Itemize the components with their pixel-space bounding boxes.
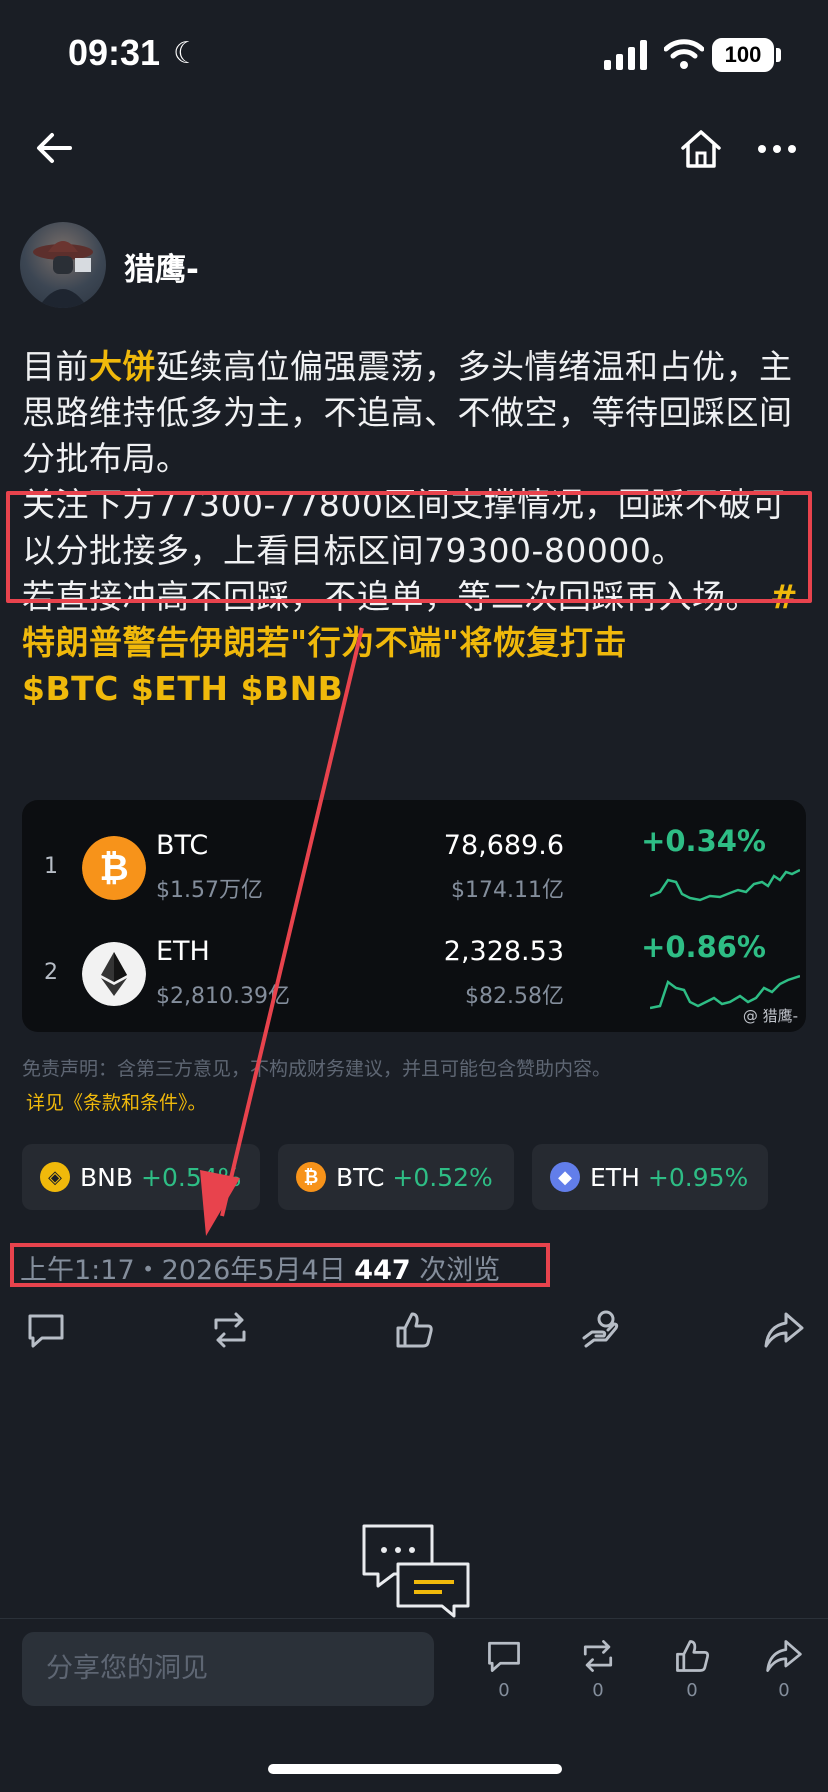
clock: 09:31 bbox=[68, 32, 161, 73]
bitcoin-icon: ₿ bbox=[296, 1162, 326, 1192]
like-icon[interactable] bbox=[392, 1308, 436, 1352]
chip-eth[interactable]: ◆ ETH +0.95% bbox=[532, 1144, 768, 1210]
chip-symbol: BTC bbox=[336, 1162, 385, 1192]
annotation-box-support bbox=[6, 491, 812, 603]
chip-change: +0.54% bbox=[141, 1162, 242, 1192]
wifi-icon bbox=[664, 39, 704, 69]
tip-icon[interactable] bbox=[578, 1308, 622, 1352]
chip-symbol: ETH bbox=[590, 1162, 640, 1192]
coin-market-cap: $1.57万亿 bbox=[156, 878, 263, 903]
coin-volume: $174.11亿 bbox=[451, 878, 564, 903]
coin-volume: $82.58亿 bbox=[465, 984, 564, 1009]
coin-symbol: BTC bbox=[156, 830, 209, 861]
battery-indicator: 100 bbox=[712, 38, 774, 72]
coin-price: 2,328.53 bbox=[443, 936, 564, 967]
coin-symbol: ETH bbox=[156, 936, 210, 967]
chip-change: +0.52% bbox=[392, 1162, 493, 1192]
repost-icon[interactable] bbox=[578, 1636, 618, 1676]
coin-rank: 2 bbox=[44, 960, 58, 985]
coin-rank: 1 bbox=[44, 854, 58, 879]
post-detail-screen: 09:31 ☾ 100 猎鹰- 目前大饼延续高位偏强震荡，多头情绪温和占优，主思… bbox=[0, 0, 828, 1792]
home-icon[interactable] bbox=[676, 124, 726, 174]
comment-icon[interactable] bbox=[24, 1308, 68, 1352]
share-count: 0 bbox=[778, 1680, 790, 1701]
comment-count: 0 bbox=[498, 1680, 510, 1701]
signal-icon bbox=[604, 40, 647, 70]
coin-price: 78,689.6 bbox=[443, 830, 564, 861]
coin-price-card[interactable]: 1 ₿ BTC $1.57万亿 78,689.6 $174.11亿 +0.34%… bbox=[22, 800, 806, 1032]
share-icon[interactable] bbox=[762, 1308, 806, 1352]
comment-input[interactable]: 分享您的洞见 bbox=[22, 1632, 434, 1706]
back-arrow-icon[interactable] bbox=[30, 124, 78, 172]
chip-bnb[interactable]: ◈ BNB +0.54% bbox=[22, 1144, 260, 1210]
coin-change: +0.86% bbox=[641, 930, 766, 964]
more-options-icon[interactable] bbox=[752, 124, 802, 174]
post-keyword-highlight: 大饼 bbox=[89, 347, 156, 386]
watermark-text: @ 猎鹰- bbox=[742, 1007, 798, 1025]
like-icon[interactable] bbox=[672, 1636, 712, 1676]
annotation-box-timestamp bbox=[10, 1243, 550, 1287]
like-count: 0 bbox=[686, 1680, 698, 1701]
chip-change: +0.95% bbox=[647, 1162, 749, 1192]
chip-symbol: BNB bbox=[80, 1162, 134, 1192]
coin-change: +0.34% bbox=[641, 824, 766, 858]
bnb-icon: ◈ bbox=[40, 1162, 70, 1192]
comment-icon[interactable] bbox=[484, 1636, 524, 1676]
btc-sparkline bbox=[650, 868, 800, 902]
author-avatar[interactable] bbox=[20, 222, 106, 308]
ethereum-icon: ◆ bbox=[550, 1162, 580, 1192]
avatar-image bbox=[33, 241, 93, 308]
terms-link[interactable]: 详见《条款和条件》。 bbox=[26, 1088, 207, 1115]
chip-btc[interactable]: ₿ BTC +0.52% bbox=[278, 1144, 514, 1210]
coin-market-cap: $2,810.39亿 bbox=[156, 984, 290, 1009]
post-cashtags[interactable]: $BTC $ETH $BNB bbox=[22, 669, 343, 708]
disclaimer-text: 免责声明：含第三方意见，不构成财务建议，并且可能包含赞助内容。 bbox=[22, 1058, 612, 1080]
bitcoin-icon: ₿ bbox=[82, 836, 146, 900]
moon-icon: ☾ bbox=[173, 36, 200, 71]
share-icon[interactable] bbox=[764, 1636, 804, 1676]
battery-tip bbox=[776, 48, 781, 62]
status-bar: 09:31 ☾ 100 bbox=[0, 0, 828, 110]
author-name[interactable]: 猎鹰- bbox=[124, 244, 199, 289]
svg-text:₿: ₿ bbox=[99, 848, 128, 889]
repost-count: 0 bbox=[592, 1680, 604, 1701]
coin-row-btc[interactable]: 1 ₿ BTC $1.57万亿 78,689.6 $174.11亿 +0.34% bbox=[22, 814, 806, 924]
home-indicator bbox=[268, 1764, 562, 1774]
post-text-intro: 目前 bbox=[22, 347, 89, 386]
coin-row-eth[interactable]: 2 ETH $2,810.39亿 2,328.53 $82.58亿 +0.86% bbox=[22, 920, 806, 1030]
empty-comments-illustration bbox=[362, 1524, 470, 1618]
ethereum-icon bbox=[82, 942, 146, 1006]
repost-icon[interactable] bbox=[208, 1308, 252, 1352]
